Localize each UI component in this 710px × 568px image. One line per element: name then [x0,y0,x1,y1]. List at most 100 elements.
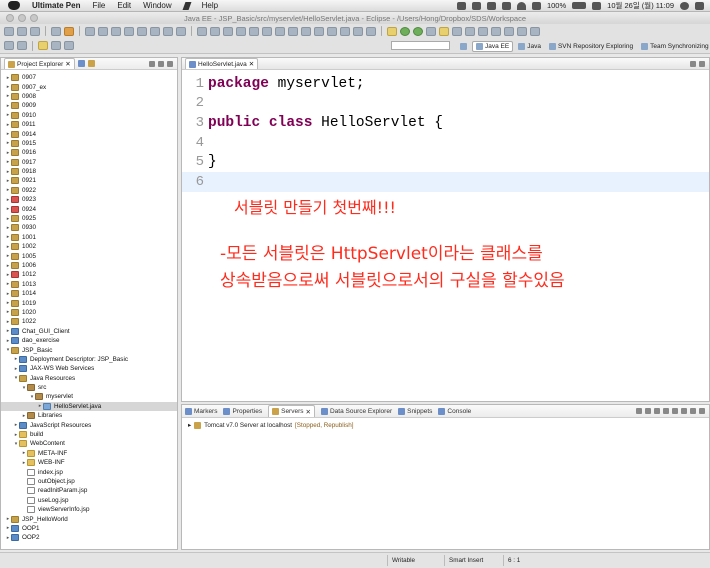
tree-item[interactable]: ▸ 1002 [1,242,177,251]
tree-item[interactable]: ▸ JSP_HelloWorld [1,514,177,523]
tree-item[interactable]: viewServerInfo.jsp [1,505,177,514]
tree-item[interactable]: ▸ 0923 [1,195,177,204]
next-annotation-icon[interactable] [4,41,14,50]
tree-item[interactable]: ▸ Libraries [1,411,177,420]
tree-item[interactable]: ▸ OOP1 [1,524,177,533]
debug-tool-icon[interactable] [366,26,376,36]
status-app-icon[interactable] [456,1,466,10]
view-menu-icon[interactable] [681,408,687,414]
tree-item[interactable]: ▾ JSP_Basic [1,345,177,354]
tree-item[interactable]: ▸ 0930 [1,223,177,232]
menu-help[interactable]: Help [202,1,218,10]
zoom-window-icon[interactable] [30,14,38,22]
tree-item[interactable]: ▸ build [1,430,177,439]
clock[interactable]: 10월 26일 (월) 11:09 [607,0,674,11]
tree-item[interactable]: ▸ 0918 [1,167,177,176]
start-server-icon[interactable] [645,408,651,414]
maximize-view-icon[interactable] [699,60,705,67]
battery-icon[interactable] [572,2,587,9]
minimize-window-icon[interactable] [18,14,26,22]
minimize-view-icon[interactable] [158,60,164,67]
external-tools-icon[interactable] [426,26,436,36]
tab-markers[interactable]: Markers [185,407,217,415]
menu-window[interactable]: Window [143,1,171,10]
step-into-icon[interactable] [150,26,160,36]
tree-item[interactable]: ▾ src [1,383,177,392]
pen-icon[interactable] [182,1,192,10]
maximize-view-icon[interactable] [699,408,705,414]
code-line[interactable]: 5} [182,152,709,172]
tab-console[interactable]: Console [438,407,471,415]
suspend-icon[interactable] [124,26,134,36]
minimize-view-icon[interactable] [690,408,696,414]
tree-item[interactable]: ▸ 1001 [1,233,177,242]
status-app-icon[interactable] [486,1,496,10]
maximize-view-icon[interactable] [167,60,173,67]
status-app-icon[interactable] [471,1,481,10]
tree-item[interactable]: ▸ Chat_GUI_Client [1,327,177,336]
code-line[interactable]: 2 [182,94,709,114]
tree-item[interactable]: ▸ 0915 [1,139,177,148]
debug-tool-icon[interactable] [223,26,233,36]
volume-icon[interactable] [531,1,541,10]
stop-server-icon[interactable] [663,408,669,414]
close-tab-icon[interactable]: ✕ [249,60,254,68]
debug-icon[interactable] [413,26,423,36]
new-package-icon[interactable] [452,26,462,36]
tab-data-source-explorer[interactable]: Data Source Explorer [320,407,392,415]
tree-item[interactable]: ▾ Java Resources [1,374,177,383]
tree-item[interactable]: ▸ dao_exercise [1,336,177,345]
step-over-icon[interactable] [163,26,173,36]
tree-item[interactable]: ▸ META-INF [1,449,177,458]
print-icon[interactable] [51,26,61,36]
publish-icon[interactable] [672,408,678,414]
tree-item[interactable]: ▸ 0911 [1,120,177,129]
tree-item[interactable]: ▸ 0908 [1,92,177,101]
collapse-all-icon[interactable] [77,60,85,67]
tree-item[interactable]: readInitParam.jsp [1,486,177,495]
forward-icon[interactable] [64,41,74,50]
tree-item[interactable]: ▸ JAX-WS Web Services [1,364,177,373]
tab-hello-servlet[interactable]: HelloServlet.java ✕ [185,58,259,69]
tab-servers[interactable]: Servers ✕ [268,405,315,417]
server-entry[interactable]: ▸ Tomcat v7.0 Server at localhost [Stopp… [188,422,354,429]
apple-menu-icon[interactable] [8,1,20,10]
tree-item[interactable]: ▸ 0921 [1,176,177,185]
debug-tool-icon[interactable] [210,26,220,36]
search-tool-icon[interactable] [504,26,514,36]
code-line[interactable]: 1 package myservlet; [182,74,709,94]
new-icon[interactable] [4,26,14,36]
minimize-view-icon[interactable] [690,60,696,67]
close-window-icon[interactable] [6,14,14,22]
menu-edit[interactable]: Edit [117,1,131,10]
tree-item[interactable]: ▸ WEB-INF [1,458,177,467]
tree-item[interactable]: ▾ WebContent [1,439,177,448]
tree-item[interactable]: ▸ 0925 [1,214,177,223]
tree-item[interactable]: ▾ myservlet [1,392,177,401]
tree-item[interactable]: ▸ 0914 [1,129,177,138]
perspective-java[interactable]: Java [515,42,544,51]
profile-server-icon[interactable] [654,408,660,414]
tree-item[interactable]: ▸ 0907_ex [1,82,177,91]
new-class-icon[interactable] [465,26,475,36]
battery-percent[interactable]: 100% [547,1,566,10]
tree-item[interactable]: ▸ 0910 [1,111,177,120]
tree-item[interactable]: ▸ 0924 [1,204,177,213]
tree-item[interactable]: ▸ 0909 [1,101,177,110]
input-source-icon[interactable] [592,1,602,10]
debug-tool-icon[interactable] [288,26,298,36]
step-return-icon[interactable] [176,26,186,36]
notification-center-icon[interactable] [695,1,704,10]
tree-item[interactable]: ▸ Deployment Descriptor: JSP_Basic [1,355,177,364]
terminate-icon[interactable] [137,26,147,36]
skip-breakpoints-icon[interactable] [98,26,108,36]
tree-item[interactable]: ▸ OOP2 [1,533,177,542]
tree-item[interactable]: ▸ 1006 [1,261,177,270]
close-tab-icon[interactable]: ✕ [306,408,311,416]
save-all-icon[interactable] [30,26,40,36]
server-icon[interactable] [64,26,74,36]
previous-annotation-icon[interactable] [17,41,27,50]
debug-tool-icon[interactable] [197,26,207,36]
toggle-mark-icon[interactable] [85,26,95,36]
menu-file[interactable]: File [92,1,105,10]
